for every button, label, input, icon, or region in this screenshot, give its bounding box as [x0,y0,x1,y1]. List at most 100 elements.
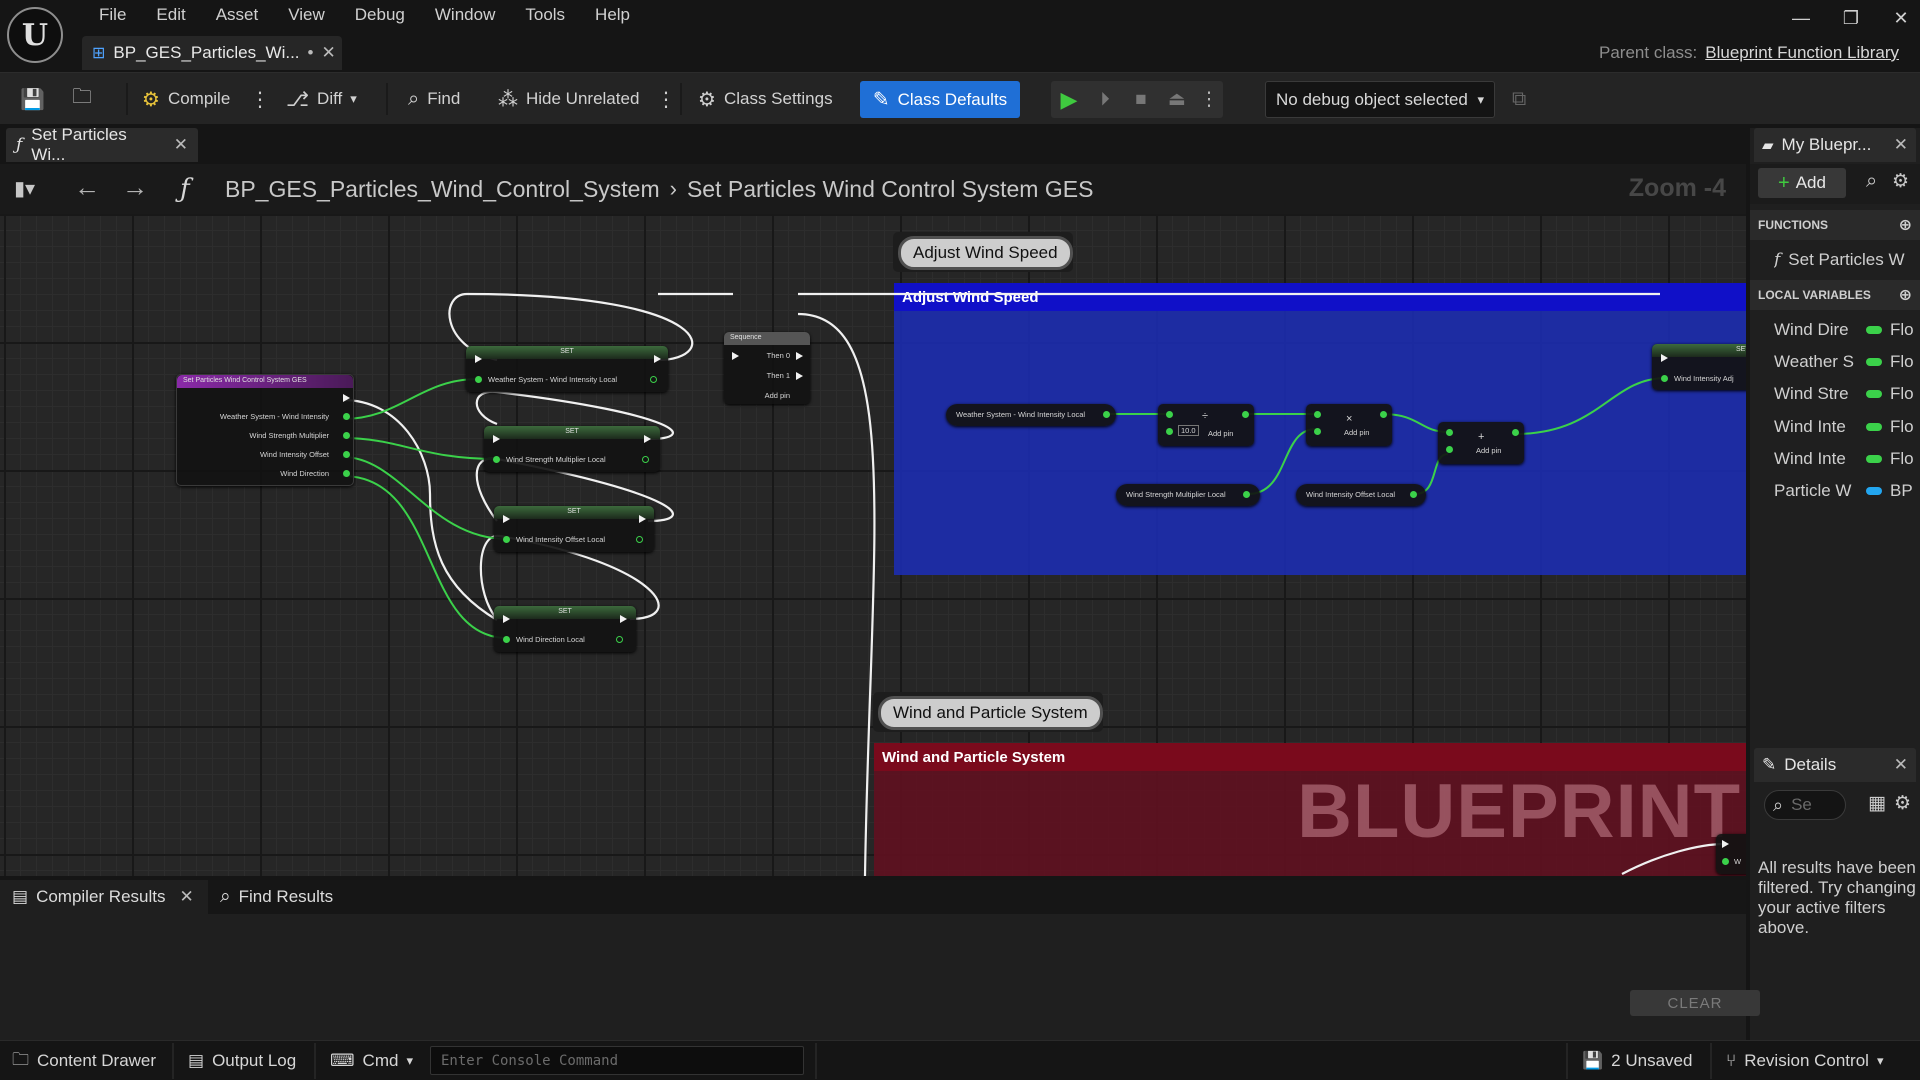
set-node[interactable]: SET Weather System - Wind Intensity Loca… [466,346,668,392]
cmd-selector[interactable]: ⌨ Cmd ▾ [330,1041,413,1080]
float-pin[interactable] [1446,429,1453,436]
function-item[interactable]: ƒ Set Particles W [1774,246,1920,274]
local-variables-section-header[interactable]: LOCAL VARIABLES ⊕ [1750,280,1920,310]
content-drawer-button[interactable]: 🗀 Content Drawer [12,1041,156,1080]
back-arrow-icon[interactable]: ← [74,172,100,203]
set-node[interactable]: SET Wind Intensity Offset Local [494,506,654,552]
multiply-node[interactable]: × Add pin [1306,404,1392,446]
float-pin[interactable] [503,536,510,543]
float-pin[interactable] [1242,411,1249,418]
parent-class-link[interactable]: Blueprint Function Library [1705,43,1899,63]
menu-debug[interactable]: Debug [340,5,420,25]
variable-get-node[interactable]: Wind Strength Multiplier Local [1116,484,1260,506]
menu-help[interactable]: Help [580,5,645,25]
document-tab[interactable]: ⊞ BP_GES_Particles_Wi... • ✕ [82,36,342,70]
graph-tab[interactable]: ƒ Set Particles Wi... ✕ [6,125,198,164]
kebab-icon[interactable]: ⋮ [1195,88,1223,111]
minimize-icon[interactable]: — [1790,8,1812,29]
float-pin[interactable] [650,376,657,383]
float-pin[interactable] [1166,428,1173,435]
set-node[interactable]: SET Wind Intensity Adj [1652,344,1746,390]
variable-get-node[interactable]: Weather System - Wind Intensity Local [946,404,1116,426]
hide-unrelated-button[interactable]: ⁂ Hide Unrelated [498,73,639,125]
float-pin[interactable] [343,470,350,477]
add-pin-label[interactable]: Add pin [1208,429,1233,438]
search-icon[interactable]: ⌕ [1866,170,1877,193]
close-tab-icon[interactable]: ✕ [180,887,194,907]
add-pin-label[interactable]: Add pin [765,391,790,400]
float-pin[interactable] [1722,858,1729,865]
float-pin[interactable] [1380,411,1387,418]
data-wire[interactable] [342,378,479,420]
float-pin[interactable] [1314,428,1321,435]
float-pin[interactable] [1243,491,1250,498]
menu-edit[interactable]: Edit [141,5,200,25]
compile-options-button[interactable]: ⋮ [250,73,270,125]
close-tab-icon[interactable]: ✕ [1894,135,1908,155]
float-pin[interactable] [493,456,500,463]
close-tab-icon[interactable]: ✕ [321,43,335,63]
menu-file[interactable]: File [84,5,141,25]
data-wire[interactable] [1514,377,1667,435]
divide-node[interactable]: ÷ 10.0 Add pin [1158,404,1254,446]
exec-wire[interactable] [342,398,498,621]
bookmark-icon[interactable]: ▮▾ [14,176,35,201]
exec-pin[interactable] [343,394,350,402]
float-pin[interactable] [1166,411,1173,418]
clear-button[interactable]: CLEAR [1630,990,1760,1016]
unreal-logo-icon[interactable]: U [7,7,63,63]
float-pin[interactable] [343,413,350,420]
compile-button[interactable]: ⚙ Compile [142,73,230,125]
exec-wire[interactable] [1621,842,1726,875]
gear-icon[interactable]: ⚙ [1894,792,1911,815]
exec-pin[interactable] [644,435,651,443]
add-function-icon[interactable]: ⊕ [1899,215,1912,235]
class-defaults-button[interactable]: ✎ Class Defaults [860,81,1020,118]
class-settings-button[interactable]: ⚙ Class Settings [698,73,833,125]
find-results-tab[interactable]: ⌕ Find Results [208,880,345,914]
step-icon[interactable]: ⏵ [1087,89,1123,111]
close-tab-icon[interactable]: ✕ [1894,755,1908,775]
details-search-input[interactable]: ⌕ Se [1764,790,1846,820]
exec-pin[interactable] [639,515,646,523]
set-node[interactable]: W [1716,834,1746,874]
set-node[interactable]: SET Wind Direction Local [494,606,636,652]
menu-window[interactable]: Window [420,5,510,25]
float-pin[interactable] [343,451,350,458]
float-pin[interactable] [1314,411,1321,418]
divide-value-input[interactable]: 10.0 [1178,425,1199,436]
console-command-input[interactable]: Enter Console Command [430,1046,804,1075]
float-pin[interactable] [636,536,643,543]
variable-item[interactable]: Wind Dire Flo [1774,316,1920,344]
variable-item[interactable]: Wind Inte Flo [1774,413,1920,441]
float-pin[interactable] [642,456,649,463]
breadcrumb-function[interactable]: Set Particles Wind Control System GES [687,176,1093,203]
find-button[interactable]: ⌕ Find [408,73,460,125]
menu-asset[interactable]: Asset [201,5,274,25]
set-node[interactable]: SET Wind Strength Multiplier Local [484,426,660,472]
variable-get-node[interactable]: Wind Intensity Offset Local [1296,484,1426,506]
menu-tools[interactable]: Tools [510,5,580,25]
functions-section-header[interactable]: FUNCTIONS ⊕ [1750,210,1920,240]
close-tab-icon[interactable]: ✕ [174,135,188,155]
browse-button[interactable]: 🗀 [72,73,92,125]
graph-canvas[interactable]: Adjust Wind Speed Adjust Wind Speed Wind… [0,214,1746,876]
eject-icon[interactable]: ⏏ [1159,88,1195,111]
table-view-icon[interactable]: ▦ [1868,792,1886,815]
function-entry-node[interactable]: Set Particles Wind Control System GES We… [176,374,354,486]
float-pin[interactable] [475,376,482,383]
add-pin-label[interactable]: Add pin [1344,428,1369,437]
float-pin[interactable] [1446,446,1453,453]
breadcrumb-blueprint[interactable]: BP_GES_Particles_Wind_Control_System [225,176,660,203]
float-pin[interactable] [343,432,350,439]
float-pin[interactable] [1103,411,1110,418]
variable-item[interactable]: Wind Stre Flo [1774,380,1920,408]
variable-item[interactable]: Particle W BP [1774,477,1920,505]
float-pin[interactable] [1410,491,1417,498]
data-wire[interactable] [342,437,498,460]
float-pin[interactable] [616,636,623,643]
exec-pin[interactable] [796,372,803,380]
exec-pin[interactable] [1661,354,1668,362]
hide-unrelated-options-button[interactable]: ⋮ [656,73,676,125]
my-blueprint-tab[interactable]: ▰ My Bluepr... ✕ [1754,128,1916,162]
